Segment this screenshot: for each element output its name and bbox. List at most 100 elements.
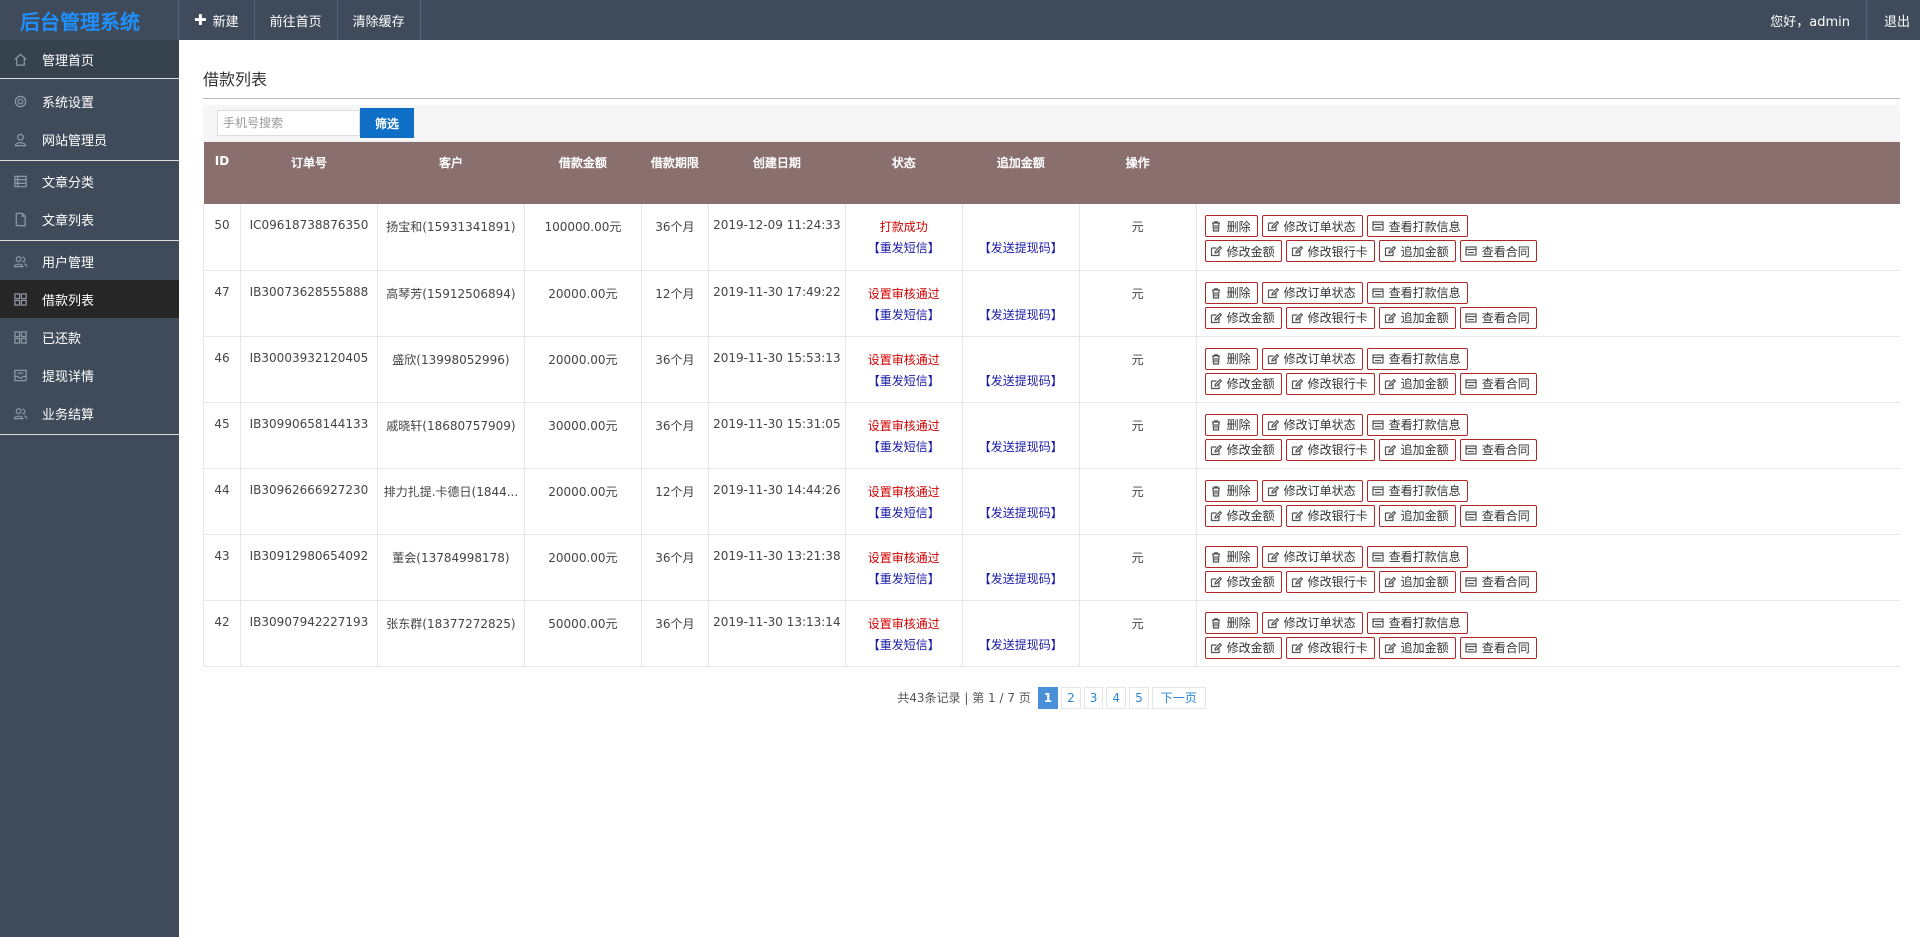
edit-status-button[interactable]: 修改订单状态: [1261, 413, 1363, 436]
delete-button[interactable]: 删除: [1204, 281, 1258, 304]
view-contract-button[interactable]: 查看合同: [1459, 240, 1537, 262]
page-5-link[interactable]: 5: [1129, 686, 1149, 709]
edit-status-button[interactable]: 修改订单状态: [1261, 281, 1363, 304]
edit-bank-card-button[interactable]: 修改银行卡: [1285, 438, 1375, 461]
edit-bank-card-button[interactable]: 修改银行卡: [1285, 504, 1375, 527]
edit-bank-card-button[interactable]: 修改银行卡: [1285, 306, 1375, 329]
view-payment-button[interactable]: 查看打款信息: [1366, 215, 1468, 237]
edit-amount-button[interactable]: 修改金额: [1204, 240, 1282, 262]
delete-button[interactable]: 删除: [1204, 347, 1258, 370]
resend-sms-link[interactable]: 【重发短信】: [846, 636, 962, 653]
edit-amount-button[interactable]: 修改金额: [1204, 438, 1282, 461]
cell-order-number: IB30912980654092: [240, 534, 378, 601]
edit-bank-card-button[interactable]: 修改银行卡: [1285, 636, 1375, 659]
resend-sms-link[interactable]: 【重发短信】: [846, 504, 962, 521]
pagination-info: 共43条记录 | 第 1 / 7 页: [897, 691, 1031, 705]
edit-amount-button[interactable]: 修改金额: [1204, 306, 1282, 329]
send-withdraw-code-link[interactable]: 【发送提现码】: [962, 270, 1080, 337]
sidebar-item-withdrawal-details[interactable]: 提现详情: [0, 356, 179, 394]
delete-button[interactable]: 删除: [1204, 413, 1258, 436]
delete-button[interactable]: 删除: [1204, 611, 1258, 634]
add-amount-button[interactable]: 追加金额: [1378, 504, 1456, 527]
edit-status-button[interactable]: 修改订单状态: [1261, 545, 1363, 568]
sidebar-item-site-admins[interactable]: 网站管理员: [0, 120, 179, 158]
edit-bank-card-button[interactable]: 修改银行卡: [1285, 372, 1375, 395]
sidebar-item-user-management[interactable]: 用户管理: [0, 242, 179, 280]
delete-button[interactable]: 删除: [1204, 545, 1258, 568]
cell-order-number: IB30990658144133: [240, 402, 378, 469]
phone-search-input[interactable]: [217, 110, 360, 136]
action-label: 修改银行卡: [1307, 311, 1368, 325]
trash-icon: [1210, 287, 1222, 299]
edit-status-button[interactable]: 修改订单状态: [1261, 215, 1363, 237]
edit-amount-button[interactable]: 修改金额: [1204, 636, 1282, 659]
page-3-link[interactable]: 3: [1083, 686, 1104, 709]
view-contract-button[interactable]: 查看合同: [1459, 636, 1537, 659]
sidebar-item-business-settlement[interactable]: 业务结算: [0, 394, 179, 432]
send-withdraw-code-link[interactable]: 【发送提现码】: [962, 534, 1080, 601]
send-withdraw-code-link[interactable]: 【发送提现码】: [962, 336, 1080, 403]
filter-button[interactable]: 筛选: [360, 108, 414, 138]
edit-amount-button[interactable]: 修改金额: [1204, 372, 1282, 395]
edit-icon: [1267, 353, 1279, 365]
view-payment-button[interactable]: 查看打款信息: [1366, 347, 1468, 370]
resend-sms-link[interactable]: 【重发短信】: [846, 239, 962, 256]
page-4-link[interactable]: 4: [1106, 686, 1127, 709]
view-contract-button[interactable]: 查看合同: [1459, 372, 1537, 395]
view-payment-button[interactable]: 查看打款信息: [1366, 545, 1468, 568]
send-withdraw-code-link[interactable]: 【发送提现码】: [962, 204, 1080, 271]
view-payment-button[interactable]: 查看打款信息: [1366, 413, 1468, 436]
page-2-link[interactable]: 2: [1061, 686, 1081, 709]
cell-term: 36个月: [641, 402, 709, 469]
view-contract-button[interactable]: 查看合同: [1459, 570, 1537, 593]
add-amount-button[interactable]: 追加金额: [1378, 570, 1456, 593]
edit-icon: [1267, 419, 1279, 431]
edit-bank-card-button[interactable]: 修改银行卡: [1285, 570, 1375, 593]
action-label: 追加金额: [1400, 311, 1449, 325]
edit-status-button[interactable]: 修改订单状态: [1261, 347, 1363, 370]
clear-cache-link[interactable]: 清除缓存: [338, 0, 421, 40]
sidebar-item-label: 已还款: [42, 331, 82, 347]
edit-bank-card-button[interactable]: 修改银行卡: [1285, 240, 1375, 262]
view-contract-button[interactable]: 查看合同: [1459, 306, 1537, 329]
action-label: 修改金额: [1226, 443, 1275, 457]
view-payment-button[interactable]: 查看打款信息: [1366, 281, 1468, 304]
edit-status-button[interactable]: 修改订单状态: [1261, 479, 1363, 502]
delete-button[interactable]: 删除: [1204, 215, 1258, 237]
action-label: 修改金额: [1226, 641, 1275, 655]
send-withdraw-code-link[interactable]: 【发送提现码】: [962, 600, 1080, 667]
resend-sms-link[interactable]: 【重发短信】: [846, 306, 962, 323]
sidebar-item-dashboard[interactable]: 管理首页: [0, 40, 179, 78]
send-withdraw-code-link[interactable]: 【发送提现码】: [962, 468, 1080, 535]
view-payment-button[interactable]: 查看打款信息: [1366, 479, 1468, 502]
sidebar-item-loan-list[interactable]: 借款列表: [0, 280, 179, 318]
send-withdraw-code-link[interactable]: 【发送提现码】: [962, 402, 1080, 469]
edit-status-button[interactable]: 修改订单状态: [1261, 611, 1363, 634]
gear-icon: [12, 93, 28, 109]
edit-amount-button[interactable]: 修改金额: [1204, 504, 1282, 527]
add-amount-button[interactable]: 追加金额: [1378, 636, 1456, 659]
logout-link[interactable]: 退出: [1867, 0, 1920, 40]
sidebar-item-article-categories[interactable]: 文章分类: [0, 162, 179, 200]
go-home-link[interactable]: 前往首页: [255, 0, 338, 40]
edit-icon: [1291, 576, 1303, 588]
add-amount-button[interactable]: 追加金额: [1378, 438, 1456, 461]
add-amount-button[interactable]: 追加金额: [1378, 306, 1456, 329]
new-button[interactable]: ✚ 新建: [179, 0, 255, 40]
edit-amount-button[interactable]: 修改金额: [1204, 570, 1282, 593]
view-contract-button[interactable]: 查看合同: [1459, 438, 1537, 461]
resend-sms-link[interactable]: 【重发短信】: [846, 438, 962, 455]
sidebar-item-repaid[interactable]: 已还款: [0, 318, 179, 356]
resend-sms-link[interactable]: 【重发短信】: [846, 372, 962, 389]
view-payment-button[interactable]: 查看打款信息: [1366, 611, 1468, 634]
sidebar-item-article-list[interactable]: 文章列表: [0, 200, 179, 238]
add-amount-button[interactable]: 追加金额: [1378, 372, 1456, 395]
add-amount-button[interactable]: 追加金额: [1378, 240, 1456, 262]
delete-button[interactable]: 删除: [1204, 479, 1258, 502]
resend-sms-link[interactable]: 【重发短信】: [846, 570, 962, 587]
view-contract-button[interactable]: 查看合同: [1459, 504, 1537, 527]
next-page-link[interactable]: 下一页: [1151, 686, 1206, 709]
sidebar-item-system-settings[interactable]: 系统设置: [0, 82, 179, 120]
page-1-link[interactable]: 1: [1037, 686, 1059, 709]
category-icon: [12, 173, 28, 189]
